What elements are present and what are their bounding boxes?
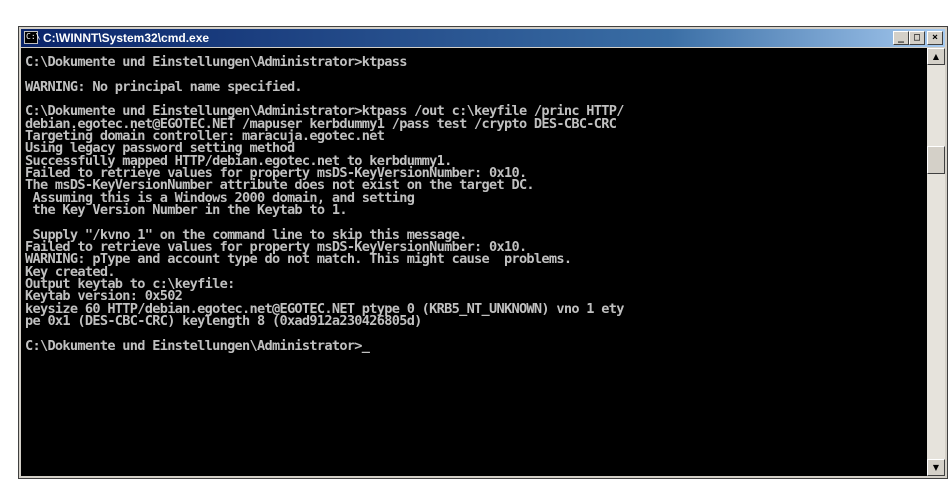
title-bar[interactable]: C:\ C:\WINNT\System32\cmd.exe _ □ × — [21, 29, 945, 47]
console-icon[interactable]: C:\ — [24, 31, 40, 44]
scroll-up-button[interactable]: ▲ — [927, 48, 945, 65]
console-line: the Key Version Number in the Keytab to … — [25, 202, 347, 218]
console-line: C:\Dokumente und Einstellungen\Administr… — [25, 54, 407, 70]
vertical-scrollbar[interactable]: ▲ ▼ — [927, 48, 945, 476]
console-line: pe 0x1 (DES-CBC-CRC) keylength 8 (0xad91… — [25, 313, 422, 329]
text-cursor: _ — [361, 338, 370, 354]
minimize-button[interactable]: _ — [893, 31, 909, 45]
scroll-down-button[interactable]: ▼ — [927, 459, 945, 476]
maximize-button[interactable]: □ — [909, 31, 925, 45]
close-button[interactable]: × — [927, 31, 943, 45]
cmd-window: C:\ C:\WINNT\System32\cmd.exe _ □ × C:\D… — [18, 26, 948, 479]
scroll-thumb[interactable] — [927, 146, 945, 174]
console-line: WARNING: No principal name specified. — [25, 79, 303, 95]
window-title: C:\WINNT\System32\cmd.exe — [43, 31, 210, 45]
prompt-line[interactable]: C:\Dokumente und Einstellungen\Administr… — [25, 338, 370, 354]
prompt-text: C:\Dokumente und Einstellungen\Administr… — [25, 338, 362, 354]
console-output[interactable]: C:\Dokumente und Einstellungen\Administr… — [21, 48, 927, 476]
